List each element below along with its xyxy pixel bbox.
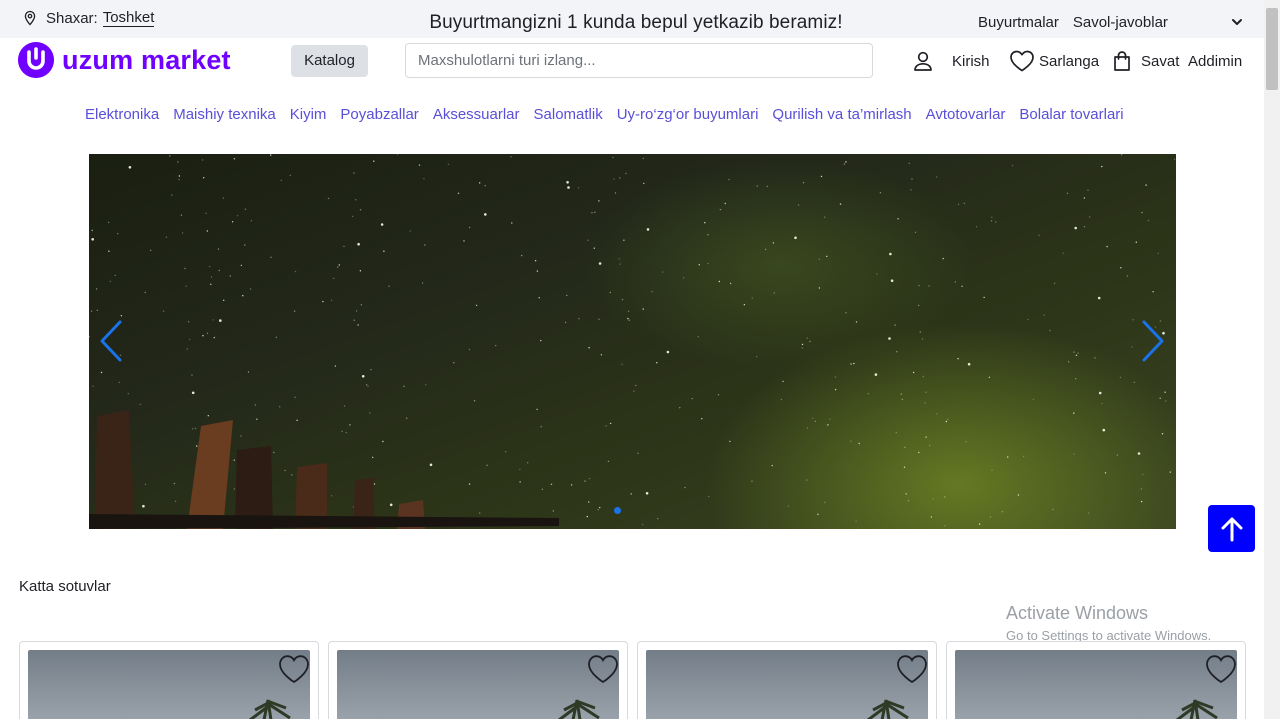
heart-icon[interactable] [277, 653, 311, 685]
product-image [646, 650, 928, 719]
top-bar: Shaxar: Toshket Buyurtmangizni 1 kunda b… [0, 0, 1264, 38]
top-links: Buyurtmalar Savol-javoblar [978, 14, 1182, 31]
orders-link[interactable]: Buyurtmalar [978, 14, 1059, 31]
favorites-button[interactable]: Sarlanga [1009, 49, 1099, 73]
cart-label: Savat [1141, 52, 1180, 70]
banner-slider[interactable] [89, 154, 1176, 529]
cart-button[interactable]: Savat [1113, 49, 1179, 73]
logo-text: uzum market [62, 44, 231, 75]
product-card[interactable] [19, 641, 319, 719]
product-card[interactable] [328, 641, 628, 719]
catalog-button[interactable]: Katalog [291, 45, 368, 77]
faq-link[interactable]: Savol-javoblar [1073, 14, 1168, 31]
category-link[interactable]: Bolalar tovarlari [1019, 106, 1123, 123]
category-nav: Elektronika Maishiy texnika Kiyim Poyabz… [85, 106, 1138, 123]
page: Shaxar: Toshket Buyurtmangizni 1 kunda b… [0, 0, 1280, 719]
login-button[interactable]: Kirish [912, 49, 990, 73]
favorites-label: Sarlanga [1039, 52, 1100, 70]
shopping-bag-icon [1114, 51, 1130, 71]
product-image-tree [867, 699, 909, 719]
product-image [337, 650, 619, 719]
arrow-right-icon[interactable] [1140, 320, 1166, 362]
category-link[interactable]: Qurilish va ta’mirlash [772, 106, 911, 123]
banner-fence-silhouette [89, 410, 559, 529]
heart-icon[interactable] [895, 653, 929, 685]
search-input[interactable] [405, 43, 873, 78]
uzum-logo-icon [18, 42, 54, 78]
product-card[interactable] [637, 641, 937, 719]
logo[interactable]: uzum market [18, 42, 231, 78]
product-image [955, 650, 1237, 719]
category-link[interactable]: Avtotovarlar [926, 106, 1006, 123]
arrow-up-icon [1221, 517, 1242, 541]
chevron-down-icon[interactable] [1231, 17, 1243, 27]
slider-dot-active[interactable] [614, 507, 621, 514]
category-link[interactable]: Kiyim [290, 106, 327, 123]
admin-link[interactable]: Addimin [1188, 49, 1242, 73]
product-image [28, 650, 310, 719]
category-link[interactable]: Poyabzallar [340, 106, 418, 123]
category-link[interactable]: Aksessuarlar [433, 106, 520, 123]
heart-icon[interactable] [1204, 653, 1238, 685]
login-label: Kirish [952, 52, 990, 70]
product-image-tree [1176, 699, 1218, 719]
category-link[interactable]: Elektronika [85, 106, 159, 123]
user-icon [914, 51, 932, 71]
watermark-line-1: Activate Windows [1006, 603, 1149, 623]
arrow-left-icon[interactable] [98, 320, 124, 362]
heart-icon [1010, 50, 1034, 72]
product-image-tree [558, 699, 600, 719]
admin-label: Addimin [1188, 52, 1243, 70]
category-link[interactable]: Maishiy texnika [173, 106, 276, 123]
heart-icon[interactable] [586, 653, 620, 685]
bestsellers-title: Katta sotuvlar [19, 578, 111, 595]
scrollbar-track[interactable] [1264, 0, 1280, 719]
product-image-tree [249, 699, 291, 719]
scroll-to-top-button[interactable] [1208, 505, 1255, 552]
scrollbar-thumb[interactable] [1266, 8, 1278, 90]
product-card[interactable] [946, 641, 1246, 719]
windows-activation-watermark: Activate Windows Go to Settings to activ… [1006, 603, 1211, 643]
category-link[interactable]: Salomatlik [534, 106, 603, 123]
category-link[interactable]: Uy-ro‘zg‘or buyumlari [617, 106, 759, 123]
